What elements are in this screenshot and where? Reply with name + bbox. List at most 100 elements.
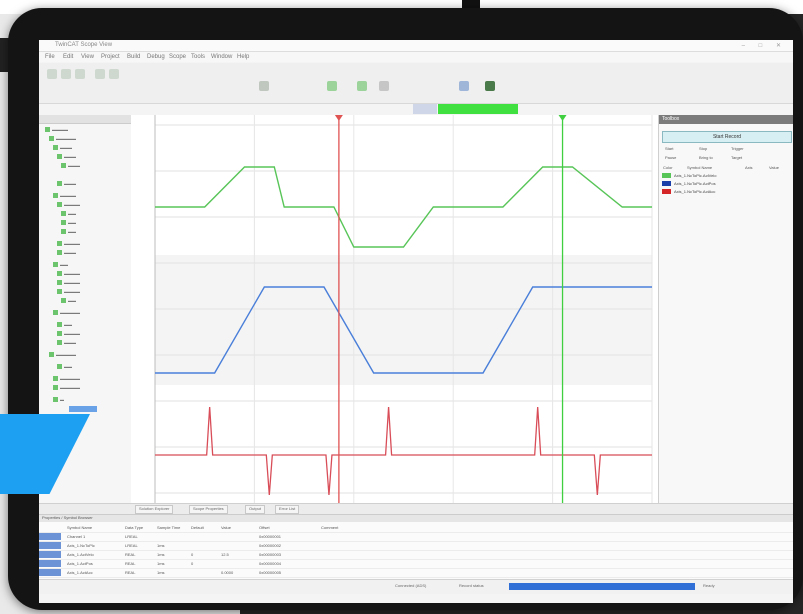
redo-icon[interactable]	[109, 69, 119, 79]
tree-item[interactable]: ▬▬▬▬▬	[53, 385, 80, 391]
tree-item[interactable]: ▬▬	[61, 298, 76, 304]
record-icon[interactable]	[357, 81, 367, 91]
tab-solution-explorer[interactable]: Solution Explorer	[135, 505, 174, 514]
folder-icon	[49, 352, 54, 358]
menu-window[interactable]: Window	[211, 54, 232, 60]
channel-icon	[57, 340, 62, 346]
status-record: Record status	[459, 583, 484, 588]
start-record-button[interactable]: Start Record	[662, 131, 792, 143]
scope-chart-area[interactable]	[131, 115, 658, 503]
tab-output[interactable]: Output	[245, 505, 266, 514]
legend-header-axis: Axis	[745, 165, 753, 170]
tree-item[interactable]: ▬▬▬	[57, 154, 76, 160]
new-icon[interactable]	[47, 69, 57, 79]
tree-item[interactable]: ▬▬	[61, 211, 76, 217]
open-icon[interactable]	[61, 69, 71, 79]
menu-project[interactable]: Project	[101, 54, 120, 60]
view-tab-inactive[interactable]	[413, 104, 437, 114]
table-row[interactable]: Axis_1.ActAcc REAL 1ms 0.0000 0x00000005	[39, 569, 793, 578]
cell-type: REAL	[125, 561, 136, 566]
toolbox-title-bar: Toolbox	[659, 115, 793, 124]
menu-build[interactable]: Build	[127, 54, 140, 60]
tree-item[interactable]: ▬▬	[61, 220, 76, 226]
bring-to-action[interactable]: Bring to	[699, 155, 713, 160]
table-row[interactable]: Axis_1.NcToPlc LREAL 1ms 0x00000002	[39, 542, 793, 551]
menu-edit[interactable]: Edit	[63, 54, 73, 60]
folder-icon	[49, 136, 54, 142]
tree-item[interactable]: ▬▬▬▬	[57, 241, 80, 247]
toolbar-combo-icon[interactable]	[259, 81, 269, 91]
tree-item[interactable]: ▬▬▬▬▬	[53, 310, 80, 316]
tree-item[interactable]: ▬▬▬▬▬	[49, 352, 76, 358]
tree-item[interactable]: ▬▬▬▬▬	[53, 376, 80, 382]
legend-row-velocity[interactable]: Axis_1.NcToPlc.ActVelo	[662, 173, 790, 180]
stop-icon[interactable]	[379, 81, 389, 91]
tree-item[interactable]: ▬▬	[57, 364, 72, 370]
tree-item[interactable]: ▬▬▬▬	[57, 289, 80, 295]
menu-scope[interactable]: Scope	[169, 54, 186, 60]
properties-panel: Properties / Symbol Browser Symbol Name …	[39, 514, 793, 580]
menu-tools[interactable]: Tools	[191, 54, 205, 60]
target-action[interactable]: Target	[731, 155, 742, 160]
menu-file[interactable]: File	[45, 54, 55, 60]
menu-debug[interactable]: Debug	[147, 54, 165, 60]
row-selector[interactable]	[39, 551, 61, 558]
stop-action[interactable]: Stop	[699, 146, 707, 151]
channel-icon	[61, 229, 66, 235]
table-row[interactable]: Axis_1.ActPos REAL 1ms 0 0x00000004	[39, 560, 793, 569]
pause-action[interactable]: Pause	[665, 155, 676, 160]
tree-item[interactable]: ▬▬▬	[61, 163, 80, 169]
zoom-icon[interactable]	[485, 81, 495, 91]
tab-error-list[interactable]: Error List	[275, 505, 300, 514]
channel-icon	[57, 280, 62, 286]
chart-icon	[57, 181, 62, 187]
legend-row-acceleration[interactable]: Axis_1.NcToPlc.ActAcc	[662, 189, 790, 196]
start-action[interactable]: Start	[665, 146, 673, 151]
toolbox-panel: Toolbox Start Record Start Stop Trigger …	[658, 115, 793, 503]
tree-item[interactable]: ▬▬▬	[57, 340, 76, 346]
tree-item[interactable]: ▬▬▬▬	[57, 331, 80, 337]
legend-row-position[interactable]: Axis_1.NcToPlc.ActPos	[662, 181, 790, 188]
cell-type: LREAL	[125, 543, 138, 548]
table-row[interactable]: Channel 1 LREAL 0x00000001	[39, 533, 793, 542]
cell-symbol: Axis_1.ActPos	[67, 561, 93, 566]
menu-help[interactable]: Help	[237, 54, 249, 60]
cell-offset: 0x00000005	[259, 570, 282, 575]
tree-item[interactable]: ▬▬▬▬	[45, 127, 68, 133]
cursor-icon[interactable]	[459, 81, 469, 91]
tree-item[interactable]: ▬▬	[61, 229, 76, 235]
scope-chart[interactable]	[131, 115, 658, 503]
folder-icon	[45, 127, 50, 133]
tree-item[interactable]: ▬▬▬▬▬	[49, 136, 76, 142]
tree-item-selected[interactable]	[69, 406, 97, 412]
row-selector[interactable]	[39, 569, 61, 576]
row-selector[interactable]	[39, 542, 61, 549]
save-icon[interactable]	[75, 69, 85, 79]
folder-icon	[53, 310, 58, 316]
play-icon[interactable]	[327, 81, 337, 91]
menu-view[interactable]: View	[81, 54, 94, 60]
tree-item[interactable]: ▬▬▬	[53, 145, 72, 151]
tree-item[interactable]: ▬▬▬▬	[57, 280, 80, 286]
tree-item[interactable]: ▬▬	[57, 322, 72, 328]
tree-item[interactable]: ▬	[53, 397, 64, 403]
tree-item[interactable]: ▬▬▬▬	[57, 271, 80, 277]
row-selector[interactable]	[39, 533, 61, 540]
tab-scope-properties[interactable]: Scope Properties	[189, 505, 228, 514]
tree-item[interactable]: ▬▬▬	[57, 250, 76, 256]
record-status-bar	[438, 104, 518, 114]
tree-item[interactable]: ▬▬▬▬	[53, 193, 76, 199]
window-controls[interactable]: – □ ✕	[742, 42, 787, 49]
row-selector[interactable]	[39, 560, 61, 567]
tree-item[interactable]: ▬▬▬	[57, 181, 76, 187]
channel-icon	[61, 163, 66, 169]
trigger-action[interactable]: Trigger	[731, 146, 744, 151]
tree-item[interactable]: ▬▬	[53, 262, 68, 268]
properties-table: Symbol Name Data Type Sample Time Defaul…	[39, 524, 793, 578]
tree-item[interactable]: ▬▬▬▬	[57, 202, 80, 208]
column-header: Data Type	[125, 525, 144, 530]
undo-icon[interactable]	[95, 69, 105, 79]
table-row[interactable]: Axis_1.ActVelo REAL 1ms 0 12.5 0x0000000…	[39, 551, 793, 560]
cell-value: 12.5	[221, 552, 229, 557]
legend-label: Axis_1.NcToPlc.ActAcc	[674, 189, 716, 194]
